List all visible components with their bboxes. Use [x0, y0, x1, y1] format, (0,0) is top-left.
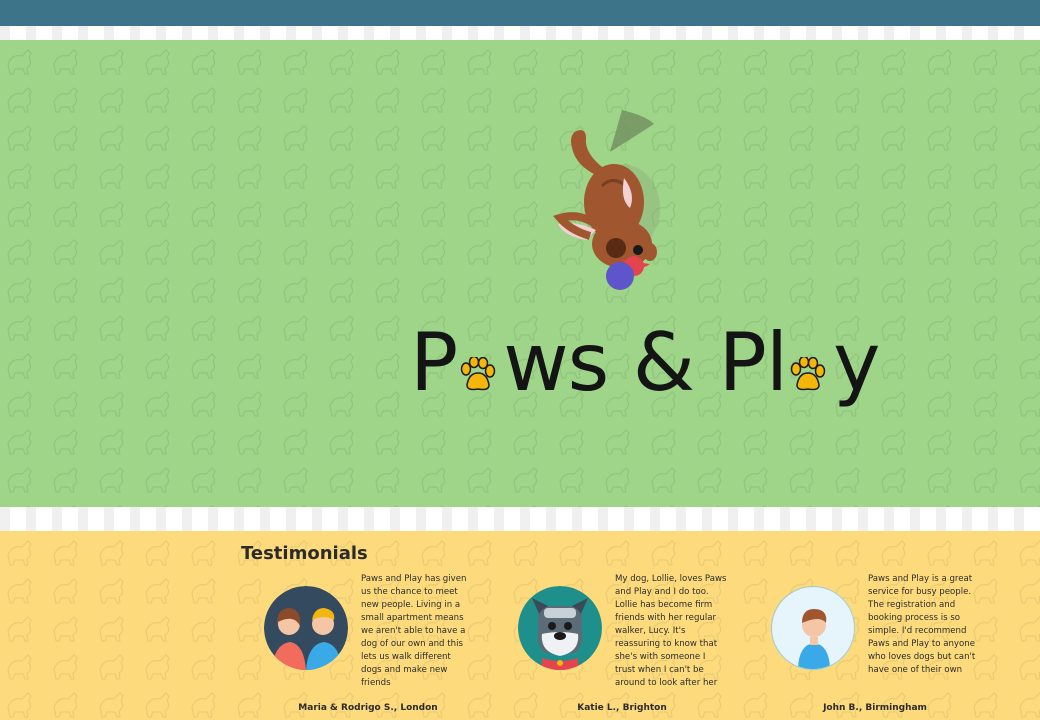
dog-pattern-divider	[0, 26, 1040, 40]
hero-section: P ws & Pl y	[0, 40, 1040, 507]
paws-and-play-logo: P ws & Pl y	[410, 316, 880, 409]
testimonial-card: Paws and Play is a great service for bus…	[748, 573, 998, 720]
dog-pattern-background	[0, 40, 1040, 507]
testimonial-quote: Paws and Play is a great service for bus…	[868, 574, 976, 675]
dog-pattern-divider	[0, 507, 1040, 531]
schnauzer-dog-avatar-icon	[518, 586, 602, 670]
testimonial-author: Maria & Rodrigo S., London	[298, 703, 438, 713]
testimonial-card: My dog, Lollie, loves Paws and Play and …	[495, 573, 745, 720]
testimonial-quote: My dog, Lollie, loves Paws and Play and …	[615, 574, 727, 688]
testimonials-heading: Testimonials	[241, 543, 368, 564]
testimonial-author: Katie L., Brighton	[577, 703, 667, 713]
logo-text-end: y	[833, 316, 880, 409]
couple-avatar-icon	[264, 586, 348, 670]
testimonial-card: Paws and Play has given us the chance to…	[241, 573, 491, 720]
testimonial-quote: Paws and Play has given us the chance to…	[361, 574, 467, 688]
testimonial-author: John B., Birmingham	[823, 703, 927, 713]
paw-print-icon	[457, 323, 503, 403]
dog-with-ball-illustration	[553, 110, 660, 290]
top-nav-bar	[0, 0, 1040, 26]
paw-print-icon	[787, 323, 833, 403]
logo-text-start: P	[410, 316, 458, 409]
logo-text-middle: ws & Pl	[503, 316, 788, 409]
man-avatar-icon	[771, 586, 855, 670]
